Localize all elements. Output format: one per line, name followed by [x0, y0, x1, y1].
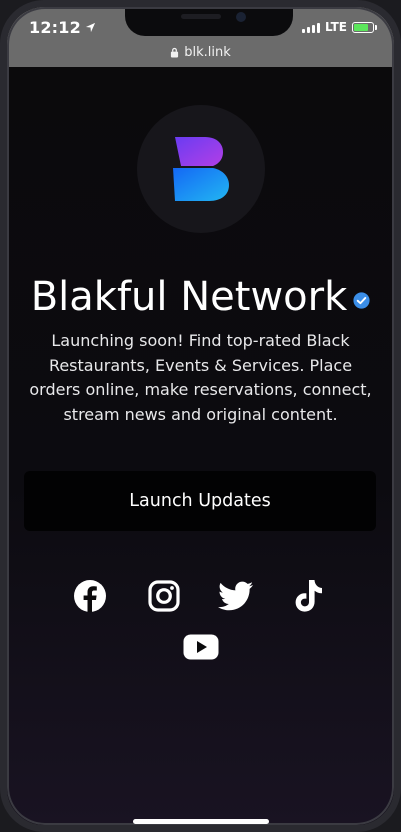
- front-camera: [236, 12, 246, 22]
- facebook-icon[interactable]: [73, 579, 107, 613]
- profile-avatar: [137, 105, 265, 233]
- blakful-logo-icon: [173, 137, 229, 201]
- home-indicator[interactable]: [133, 819, 269, 824]
- time-label: 12:12: [29, 18, 81, 37]
- speaker-grille: [181, 14, 221, 19]
- location-arrow-icon: [85, 22, 96, 33]
- status-time: 12:12: [29, 18, 96, 37]
- address-bar[interactable]: blk.link: [7, 45, 394, 60]
- profile-title: Blakful Network: [7, 273, 394, 323]
- device-notch: [125, 7, 293, 36]
- lock-icon: [171, 47, 179, 58]
- network-label: LTE: [324, 20, 347, 34]
- profile-name: Blakful Network: [30, 274, 348, 320]
- battery-icon: [352, 21, 377, 33]
- youtube-icon[interactable]: [183, 633, 219, 667]
- instagram-icon[interactable]: [147, 579, 181, 613]
- verified-badge-icon: [353, 272, 370, 320]
- status-bar: 12:12 LTE blk.link: [7, 7, 394, 67]
- status-indicators: LTE: [301, 20, 377, 34]
- launch-updates-button[interactable]: Launch Updates: [24, 471, 376, 531]
- profile-page: Blakful Network Launching soon! Find top…: [7, 67, 394, 825]
- tiktok-icon[interactable]: [294, 579, 328, 613]
- signal-bars-icon: [301, 22, 320, 33]
- twitter-icon[interactable]: [218, 579, 253, 613]
- phone-frame: 12:12 LTE blk.link Blakful Network Launc…: [0, 0, 401, 832]
- url-text: blk.link: [184, 45, 231, 60]
- profile-description: Launching soon! Find top-rated Black Res…: [29, 331, 372, 424]
